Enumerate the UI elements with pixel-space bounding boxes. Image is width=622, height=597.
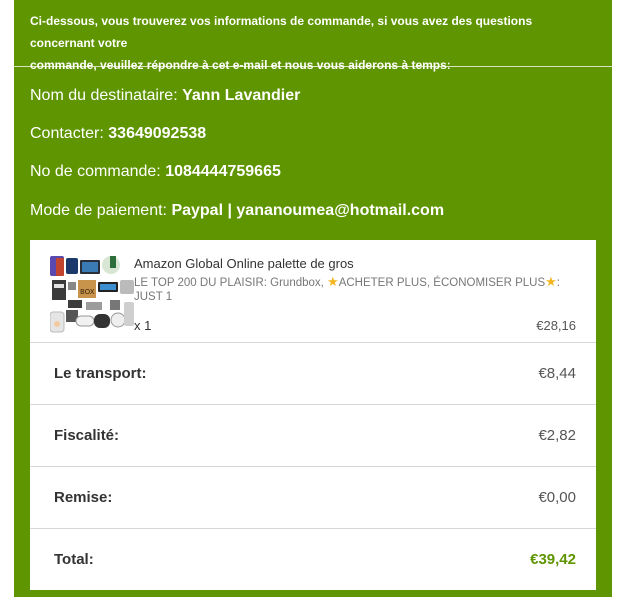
intro-line-2: commande, veuillez répondre à cet e-mail… (30, 58, 451, 72)
shipping-label: Le transport: (54, 365, 147, 382)
payment-label: Mode de paiement: (30, 202, 167, 219)
product-image[interactable]: BOX (49, 254, 136, 340)
discount-label: Remise: (54, 489, 113, 506)
star-icon: ★ (545, 274, 557, 289)
svg-text:BOX: BOX (80, 288, 95, 296)
order-number-value: 1084444759665 (165, 163, 281, 180)
contact-row: Contacter: 33649092538 (30, 125, 206, 143)
total-label: Total: (54, 551, 94, 568)
variant-part-1: LE TOP 200 DU PLAISIR: Grundbox, (134, 277, 328, 289)
total-row: Total: €39,42 (30, 528, 596, 591)
product-variant: LE TOP 200 DU PLAISIR: Grundbox, ★ACHETE… (134, 275, 590, 304)
recipient-row: Nom du destinataire: Yann Lavandier (30, 87, 300, 105)
tax-row: Fiscalité: €2,82 (30, 404, 596, 467)
contact-value: 33649092538 (108, 125, 207, 142)
order-number-row: No de commande: 1084444759665 (30, 163, 281, 181)
order-number-label: No de commande: (30, 163, 161, 180)
tax-label: Fiscalité: (54, 427, 120, 444)
star-icon: ★ (327, 274, 339, 289)
contact-label: Contacter: (30, 125, 104, 142)
variant-part-2: ACHETER PLUS, ÉCONOMISER PLUS (338, 277, 546, 289)
shipping-value: €8,44 (538, 365, 576, 382)
product-quantity: x 1 (134, 318, 152, 333)
divider (14, 66, 612, 67)
payment-value[interactable]: Paypal | yananoumea@hotmail.com (171, 202, 444, 219)
product-price: €28,16 (536, 318, 576, 333)
total-value: €39,42 (530, 551, 576, 568)
product-title[interactable]: Amazon Global Online palette de gros (134, 256, 354, 271)
recipient-label: Nom du destinataire: (30, 87, 178, 104)
discount-row: Remise: €0,00 (30, 466, 596, 529)
intro-line-1: Ci-dessous, vous trouverez vos informati… (30, 14, 533, 50)
recipient-value: Yann Lavandier (182, 87, 301, 104)
order-email-panel: Ci-dessous, vous trouverez vos informati… (14, 0, 612, 597)
order-summary-card: BOX Amazon Global Online palette de gros… (30, 240, 596, 590)
shipping-row: Le transport: €8,44 (30, 342, 596, 405)
discount-value: €0,00 (538, 489, 576, 506)
tax-value: €2,82 (538, 427, 576, 444)
payment-row: Mode de paiement: Paypal | yananoumea@ho… (30, 202, 444, 220)
